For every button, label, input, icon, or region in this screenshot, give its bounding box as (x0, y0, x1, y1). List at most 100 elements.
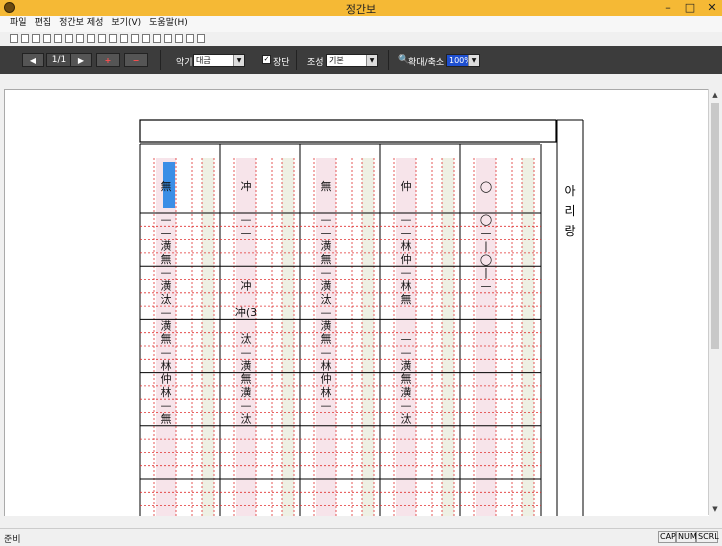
music-icon[interactable] (164, 34, 172, 43)
note-glyph[interactable]: ◯ (480, 253, 492, 266)
note-glyph[interactable]: 林 (321, 358, 332, 372)
note-glyph[interactable]: — (161, 226, 172, 239)
note-glyph[interactable]: — (161, 346, 172, 359)
note-glyph[interactable]: — (241, 399, 252, 412)
note-glyph[interactable]: 仲 (401, 179, 412, 193)
mode-select[interactable]: 기본 ▼ (326, 54, 378, 67)
instrument-select[interactable]: 대금 ▼ (193, 54, 245, 67)
note-glyph[interactable]: 無 (321, 332, 332, 346)
note-glyph[interactable]: | (484, 240, 488, 253)
note-glyph[interactable]: 冲 (241, 179, 252, 193)
note-glyph[interactable]: — (241, 226, 252, 239)
note-glyph[interactable]: — (321, 306, 332, 319)
note-glyph[interactable]: 潢 (161, 240, 172, 253)
jangdan-checkbox[interactable]: ✓ (262, 55, 271, 64)
note-glyph[interactable]: — (321, 399, 332, 412)
prev-page-button[interactable]: ◀ (22, 53, 44, 67)
note-glyph[interactable]: — (321, 346, 332, 359)
score-title-box[interactable] (139, 119, 557, 143)
note-glyph[interactable]: 無 (161, 179, 172, 193)
note-glyph[interactable]: 林 (321, 385, 332, 399)
menu-file[interactable]: 파일 (6, 16, 31, 30)
menu-help[interactable]: 도움말(H) (145, 16, 192, 30)
close-button[interactable]: ✕ (702, 0, 722, 16)
note-glyph[interactable]: 汰 (321, 292, 332, 306)
note-glyph[interactable]: 潢 (401, 386, 412, 399)
note-glyph[interactable]: 林 (401, 279, 412, 293)
note-glyph[interactable]: 林 (161, 385, 172, 399)
note-glyph[interactable]: 潢 (161, 319, 172, 332)
note-glyph[interactable]: — (481, 226, 492, 239)
print-icon[interactable] (43, 34, 51, 43)
note-glyph[interactable]: — (161, 213, 172, 226)
note-glyph[interactable]: — (401, 333, 412, 346)
print-preview-icon[interactable] (54, 34, 62, 43)
note-glyph[interactable]: — (401, 399, 412, 412)
note-glyph[interactable]: — (401, 266, 412, 279)
note-glyph[interactable]: — (161, 266, 172, 279)
score-workspace[interactable]: 無冲無仲 ◯ — — — — ◯ — — — — — 潢潢林 | 無無仲 ◯ — — — | 潢冲潢林 — 汰汰無 — 冲(3—… (4, 89, 709, 516)
note-glyph[interactable]: 無 (161, 412, 172, 426)
new-doc-icon[interactable] (10, 34, 18, 43)
maximize-button[interactable]: □ (680, 0, 700, 16)
note-glyph[interactable]: — (321, 213, 332, 226)
note-glyph[interactable]: 潢 (241, 359, 252, 372)
note-glyph[interactable]: — (481, 280, 492, 293)
play-icon[interactable] (175, 34, 183, 43)
note-glyph[interactable]: — (401, 213, 412, 226)
copy-icon[interactable] (153, 34, 161, 43)
note-glyph[interactable]: 仲 (161, 372, 172, 386)
note-glyph[interactable]: 潢 (401, 359, 412, 372)
open-folder-icon[interactable] (21, 34, 29, 43)
note-glyph[interactable]: ◯ (480, 180, 492, 193)
remove-page-button[interactable]: − (124, 53, 148, 67)
note-glyph[interactable]: 潢 (241, 386, 252, 399)
add-page-button[interactable]: + (96, 53, 120, 67)
note-glyph[interactable]: 潢 (321, 280, 332, 293)
note-glyph[interactable]: — (401, 226, 412, 239)
note-glyph[interactable]: 潢 (321, 240, 332, 253)
note-glyph[interactable]: 潢 (321, 319, 332, 332)
note-glyph[interactable]: 林 (161, 358, 172, 372)
note-glyph[interactable]: — (161, 306, 172, 319)
scroll-up-icon[interactable]: ▲ (709, 89, 721, 101)
menu-score[interactable]: 정간보 제성 (55, 16, 107, 30)
grid-alt-icon[interactable] (76, 34, 84, 43)
dropdown-icon[interactable] (197, 34, 205, 43)
note-glyph[interactable]: 汰 (401, 412, 412, 426)
menu-edit[interactable]: 편집 (31, 16, 56, 30)
settings-icon[interactable] (142, 34, 150, 43)
note-glyph[interactable]: 無 (321, 252, 332, 266)
zoom-select[interactable]: 100% ▼ (446, 54, 480, 67)
note-glyph[interactable]: 汰 (241, 332, 252, 346)
note-glyph[interactable]: | (484, 266, 488, 279)
note-glyph[interactable]: 潢 (161, 280, 172, 293)
save-icon[interactable] (32, 34, 40, 43)
record-icon[interactable] (120, 34, 128, 43)
note-icon[interactable] (131, 34, 139, 43)
redo-icon[interactable] (98, 34, 106, 43)
next-page-button[interactable]: ▶ (70, 53, 92, 67)
vertical-scrollbar[interactable]: ▲ ▼ (708, 89, 721, 515)
note-glyph[interactable]: 冲(3 (235, 305, 257, 319)
note-glyph[interactable]: 汰 (241, 412, 252, 426)
note-glyph[interactable]: — (321, 226, 332, 239)
note-glyph[interactable]: 汰 (161, 292, 172, 306)
grid-icon[interactable] (65, 34, 73, 43)
note-glyph[interactable]: 無 (161, 252, 172, 266)
note-glyph[interactable]: 無 (241, 372, 252, 386)
note-glyph[interactable]: — (401, 346, 412, 359)
note-glyph[interactable]: 林 (401, 239, 412, 253)
note-glyph[interactable]: ◯ (480, 213, 492, 226)
note-glyph[interactable]: — (161, 399, 172, 412)
note-glyph[interactable]: 無 (321, 179, 332, 193)
note-glyph[interactable]: 冲 (241, 279, 252, 293)
note-glyph[interactable]: 仲 (321, 372, 332, 386)
note-glyph[interactable]: 無 (401, 372, 412, 386)
help-icon[interactable] (186, 34, 194, 43)
note-glyph[interactable]: — (241, 213, 252, 226)
note-glyph[interactable]: 仲 (401, 252, 412, 266)
scrollbar-thumb[interactable] (711, 103, 719, 349)
undo-icon[interactable] (87, 34, 95, 43)
scroll-down-icon[interactable]: ▼ (709, 503, 721, 515)
